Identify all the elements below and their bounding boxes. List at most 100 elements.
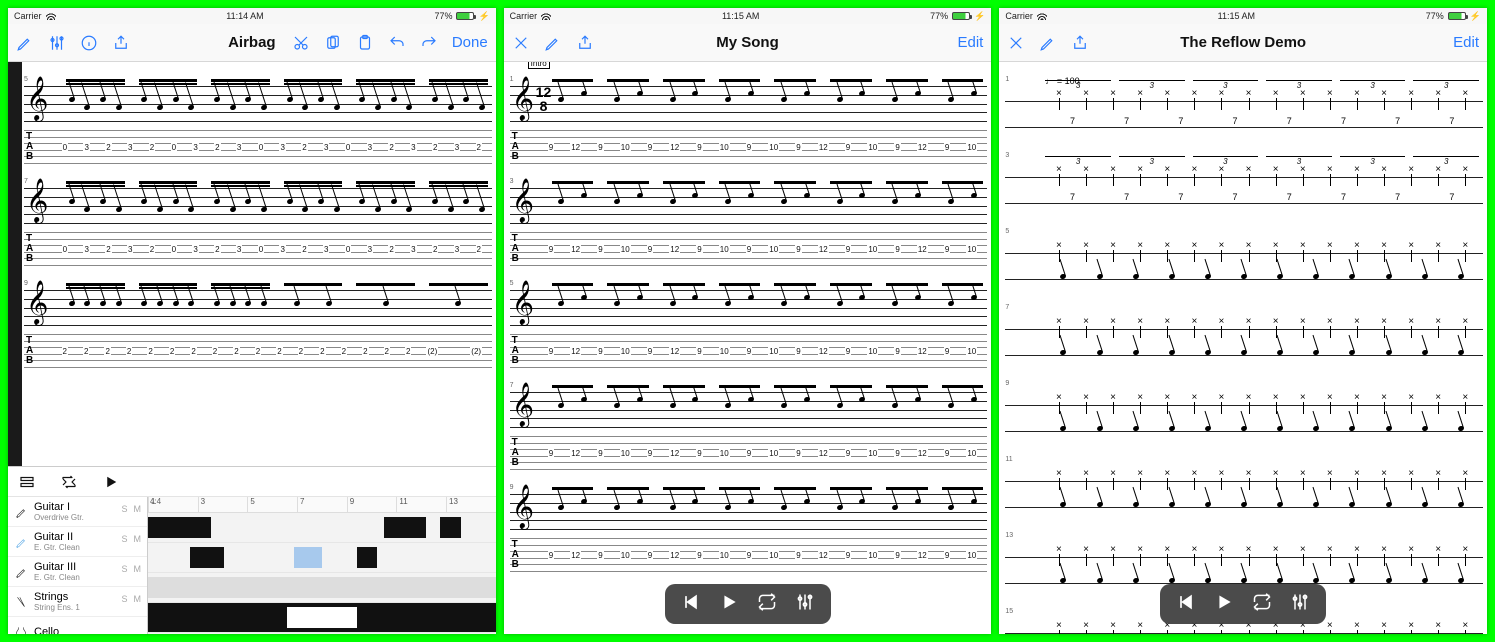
redo-icon[interactable] — [420, 34, 438, 52]
tracks-toolbar — [8, 467, 496, 497]
share-icon[interactable] — [576, 34, 594, 52]
staff: 𝄞 — [510, 392, 988, 428]
staff: 𝄞 — [510, 188, 988, 224]
loop-icon[interactable] — [757, 592, 777, 617]
mute-button[interactable]: M — [134, 564, 142, 574]
loop-icon[interactable] — [60, 473, 78, 491]
solo-button[interactable]: S — [121, 534, 127, 544]
edit-button[interactable]: Edit — [1453, 34, 1479, 51]
section-icon[interactable] — [18, 473, 36, 491]
undo-icon[interactable] — [388, 34, 406, 52]
x-notehead: × — [1219, 468, 1225, 479]
notehead — [1240, 349, 1247, 356]
notehead — [1240, 425, 1247, 432]
notehead — [1277, 349, 1284, 356]
tab-staff: TAB 912910912910910912910912910 — [510, 538, 988, 572]
paste-icon[interactable] — [356, 34, 374, 52]
track-row[interactable]: Guitar IOverdrive Gtr. SM — [8, 497, 147, 527]
share-icon[interactable] — [112, 34, 130, 52]
mute-button[interactable]: M — [134, 594, 142, 604]
music-system: 3333333××××××××××××××××77777777 — [1005, 144, 1483, 214]
wifi-icon — [541, 12, 551, 20]
info-icon[interactable] — [80, 34, 98, 52]
timeline-timesig: 4:4 — [150, 497, 161, 506]
x-notehead: × — [1408, 316, 1414, 327]
timeline-lane[interactable] — [148, 573, 496, 603]
track-row[interactable]: Guitar IIE. Gtr. Clean SM — [8, 527, 147, 557]
track-row[interactable]: Cello — [8, 617, 147, 634]
prev-icon[interactable] — [1176, 592, 1196, 617]
play-icon[interactable] — [719, 592, 739, 617]
x-notehead: × — [1435, 392, 1441, 403]
x-notehead: × — [1137, 468, 1143, 479]
prev-icon[interactable] — [681, 592, 701, 617]
pencil-icon[interactable] — [1039, 34, 1057, 52]
timeline-lane[interactable] — [148, 543, 496, 573]
pencil-icon[interactable] — [16, 34, 34, 52]
solo-button[interactable]: S — [121, 594, 127, 604]
x-notehead: × — [1300, 544, 1306, 555]
tab-staff: TAB 912910912910910912910912910 — [510, 232, 988, 266]
close-icon[interactable] — [1007, 34, 1025, 52]
track-row[interactable]: StringsString Ens. 1 SM — [8, 587, 147, 617]
x-notehead: × — [1164, 316, 1170, 327]
x-notehead: × — [1273, 316, 1279, 327]
x-notehead: × — [1327, 316, 1333, 327]
play-icon[interactable] — [102, 473, 120, 491]
mixer-icon[interactable] — [795, 592, 815, 617]
x-notehead: × — [1219, 164, 1225, 175]
treble-clef-icon: 𝄞 — [512, 387, 534, 423]
x-notehead: × — [1083, 392, 1089, 403]
notehead — [1096, 425, 1103, 432]
x-notehead: × — [1381, 316, 1387, 327]
battery-icon — [952, 12, 970, 20]
notehead — [1277, 501, 1284, 508]
mute-button[interactable]: M — [134, 504, 142, 514]
guitar-icon — [14, 565, 28, 579]
timeline-lane[interactable] — [148, 513, 496, 543]
notehead — [1096, 501, 1103, 508]
x-notehead: × — [1354, 88, 1360, 99]
notehead — [1168, 501, 1175, 508]
solo-button[interactable]: S — [121, 504, 127, 514]
x-notehead: × — [1056, 544, 1062, 555]
score-canvas[interactable]: 1♩ = 100333333××××××××××××××××7777777733… — [999, 62, 1487, 634]
mute-button[interactable]: M — [134, 534, 142, 544]
mixer-icon[interactable] — [1290, 592, 1310, 617]
x-notehead: × — [1137, 240, 1143, 251]
x-notehead: × — [1191, 316, 1197, 327]
loop-icon[interactable] — [1252, 592, 1272, 617]
timeline-lane[interactable] — [148, 603, 496, 633]
x-notehead: × — [1083, 544, 1089, 555]
status-bar: Carrier 11:15 AM 77%⚡ — [504, 8, 992, 24]
treble-clef-icon: 𝄞 — [26, 183, 48, 219]
staff: 𝄞 — [510, 494, 988, 530]
notehead — [1421, 273, 1428, 280]
share-icon[interactable] — [1071, 34, 1089, 52]
navbar: Airbag Done — [8, 24, 496, 62]
notehead — [1313, 349, 1320, 356]
copy-icon[interactable] — [324, 34, 342, 52]
x-notehead: × — [1273, 164, 1279, 175]
x-notehead: × — [1300, 316, 1306, 327]
x-notehead: × — [1110, 544, 1116, 555]
solo-button[interactable]: S — [121, 564, 127, 574]
score-canvas[interactable]: 1 Intro 𝄞 128 — [504, 62, 992, 634]
pencil-icon[interactable] — [544, 34, 562, 52]
score-canvas[interactable]: 5 𝄞 TAB 03232032303230323232 — [8, 62, 496, 466]
track-row[interactable]: Guitar IIIE. Gtr. Clean SM — [8, 557, 147, 587]
notehead — [1421, 577, 1428, 584]
x-notehead: × — [1191, 468, 1197, 479]
notehead — [1096, 577, 1103, 584]
x-notehead: × — [1354, 392, 1360, 403]
play-icon[interactable] — [1214, 592, 1234, 617]
close-icon[interactable] — [512, 34, 530, 52]
done-button[interactable]: Done — [452, 34, 488, 51]
x-notehead: × — [1462, 544, 1468, 555]
x-notehead: × — [1191, 240, 1197, 251]
edit-button[interactable]: Edit — [957, 34, 983, 51]
cut-icon[interactable] — [292, 34, 310, 52]
timeline[interactable]: 4:4 135791113 — [148, 497, 496, 634]
x-notehead: × — [1273, 240, 1279, 251]
mixer-icon[interactable] — [48, 34, 66, 52]
